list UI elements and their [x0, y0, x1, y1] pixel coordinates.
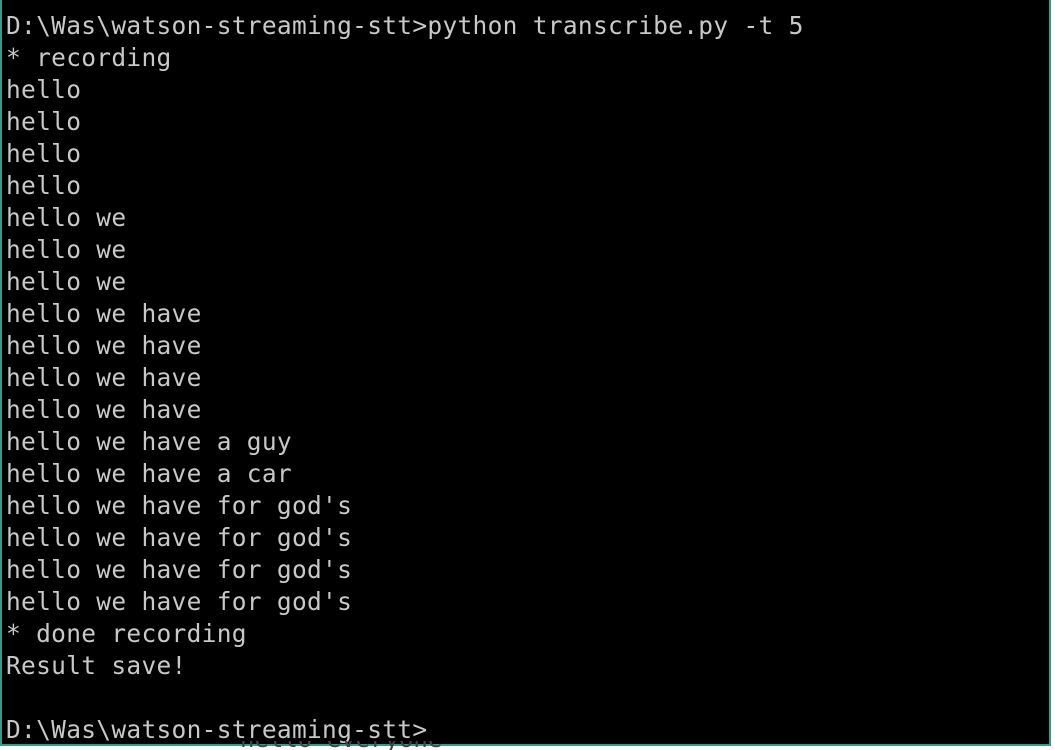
background-text: hello everyone	[240, 741, 442, 750]
output-line: hello we have for god's	[6, 555, 353, 584]
output-line: hello we have for god's	[6, 491, 353, 520]
output-line: hello	[6, 75, 82, 104]
output-line: * done recording	[6, 619, 247, 648]
output-line: hello we have	[6, 395, 202, 424]
output-line: hello	[6, 107, 82, 136]
output-line: hello we have for god's	[6, 587, 353, 616]
output-line: hello	[6, 139, 82, 168]
output-line: hello we have a car	[6, 459, 292, 488]
console-window[interactable]: D:\Was\watson-streaming-stt>python trans…	[0, 0, 1051, 746]
command-line: D:\Was\watson-streaming-stt>python trans…	[6, 11, 804, 40]
output-line: hello we	[6, 203, 127, 232]
output-line: hello we have	[6, 299, 202, 328]
output-line: hello we	[6, 235, 127, 264]
output-line: hello we have for god's	[6, 523, 353, 552]
background-window-fragment: hello everyone	[240, 741, 520, 750]
output-line: hello we have	[6, 363, 202, 392]
output-line: hello we have a guy	[6, 427, 292, 456]
prompt-line[interactable]: D:\Was\watson-streaming-stt>	[6, 714, 1046, 744]
output-line: hello	[6, 171, 82, 200]
output-line: * recording	[6, 43, 172, 72]
output-line: Result save!	[6, 651, 187, 680]
console-output: D:\Was\watson-streaming-stt>python trans…	[6, 10, 1046, 744]
output-line: hello we have	[6, 331, 202, 360]
output-line: hello we	[6, 267, 127, 296]
prompt-text: D:\Was\watson-streaming-stt>	[6, 715, 428, 744]
